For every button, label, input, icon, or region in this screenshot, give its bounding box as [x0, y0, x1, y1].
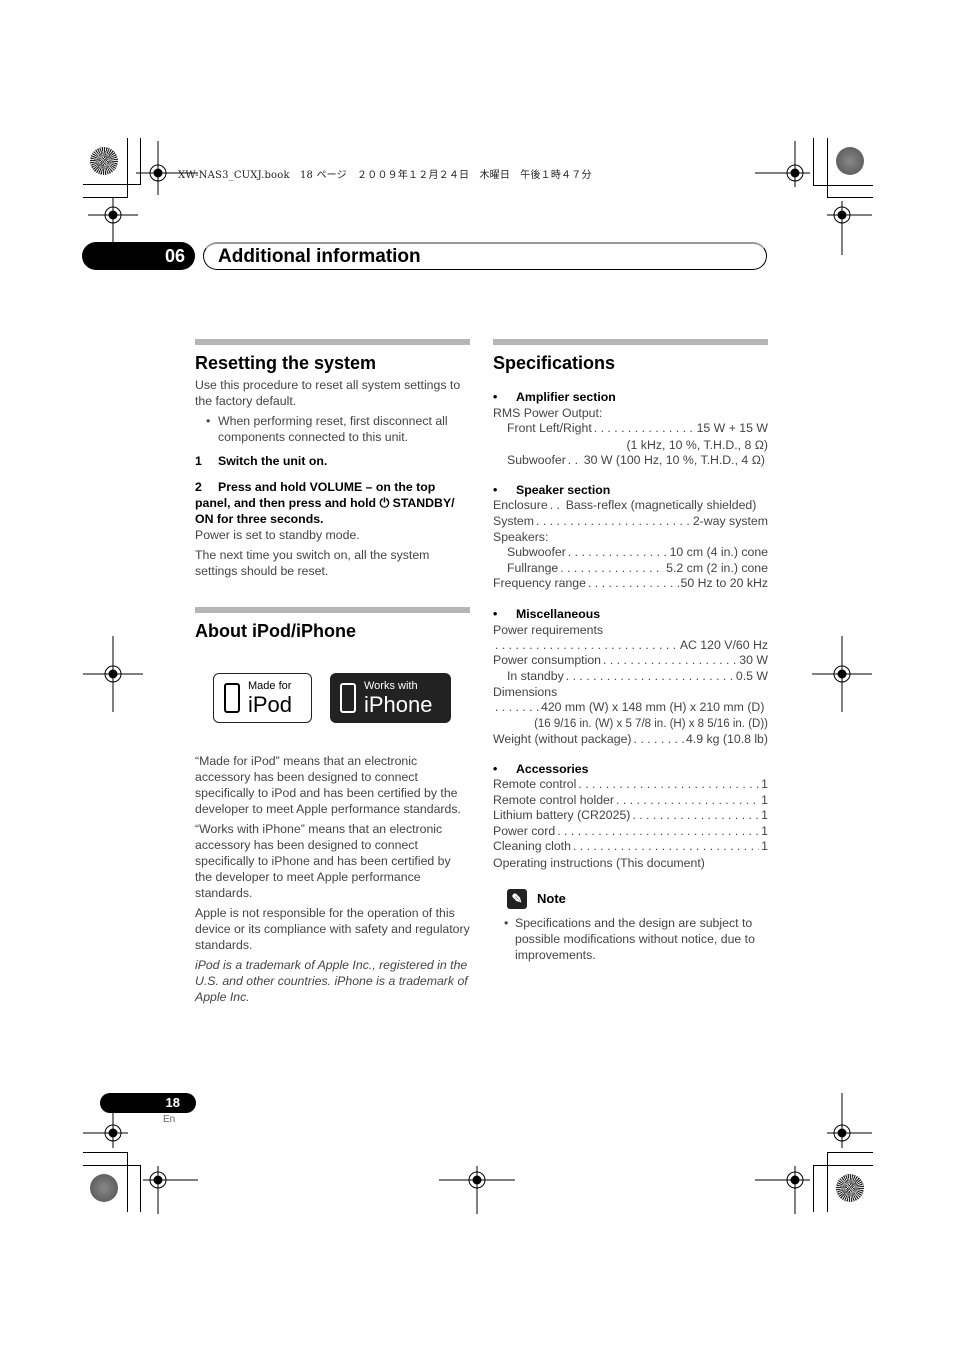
logo-small-text: Made for: [248, 679, 292, 692]
note-heading: ✎ Note: [493, 888, 768, 909]
chapter-title: Additional information: [203, 242, 767, 270]
logo-big-text: iPod: [248, 691, 293, 717]
speaker-heading: • Speaker section: [493, 483, 611, 497]
misc-heading: • Miscellaneous: [493, 606, 601, 621]
reset-intro: Use this procedure to reset all system s…: [195, 378, 461, 408]
apple-disclaimer: Apple is not responsible for the operati…: [195, 906, 470, 952]
step-number: 1: [195, 454, 202, 468]
section-divider: [195, 607, 470, 613]
chapter-number: 06: [82, 242, 195, 270]
works-with-iphone-logo: Works with iPhone: [330, 673, 451, 723]
crosshair-icon: [827, 1093, 872, 1148]
ipod-section: About iPod/iPhone Made for iPod Works wi…: [195, 607, 470, 1005]
trademark-notice: iPod is a trademark of Apple Inc., regis…: [195, 958, 468, 1004]
speakers-label: Speakers:: [493, 530, 549, 544]
section-divider: [195, 339, 470, 345]
iphone-paragraph: “Works with iPhone” means that an electr…: [195, 822, 451, 900]
accessory-row: Remote control holder1: [493, 793, 768, 809]
section-title: Resetting the system: [195, 353, 377, 373]
section-title: About iPod/iPhone: [195, 621, 356, 641]
reset-result: Power is set to standby mode.: [195, 528, 360, 542]
page-language: En: [163, 1114, 176, 1125]
crosshair-icon: [83, 1113, 128, 1148]
spec-row: Front Left/Right15 W + 15 W: [493, 421, 768, 437]
crosshair-icon: [439, 1166, 515, 1214]
spec-row: Weight (without package)4.9 kg (10.8 lb): [493, 732, 768, 748]
spec-row: EnclosureBass-reflex (magnetically shiel…: [493, 498, 768, 514]
spec-row: Frequency range50 Hz to 20 kHz: [493, 576, 768, 592]
accessory-row: Cleaning cloth1: [493, 839, 768, 855]
step-text: Switch the unit on.: [218, 454, 328, 468]
reset-bullet: When performing reset, first disconnect …: [195, 413, 470, 445]
crosshair-icon: [88, 197, 138, 245]
spec-row: System2-way system: [493, 514, 768, 530]
logo-small-text: Works with: [364, 679, 418, 692]
spec-row: In standby0.5 W: [493, 669, 768, 685]
spec-row: Power consumption30 W: [493, 653, 768, 669]
ipod-device-icon: [224, 683, 240, 713]
crosshair-icon: [755, 1166, 810, 1214]
note-bullet: Specifications and the design are subjec…: [493, 915, 768, 963]
crosshair-icon: [812, 636, 872, 712]
step-text: Press and hold VOLUME – on the top panel…: [195, 480, 455, 526]
crosshair-icon: [143, 1166, 198, 1214]
spec-row: AC 120 V/60 Hz: [493, 638, 768, 654]
crosshair-icon: [827, 201, 872, 255]
page-number: 18: [100, 1093, 196, 1113]
reset-section: Resetting the system Use this procedure …: [195, 339, 470, 579]
made-for-ipod-logo: Made for iPod: [213, 673, 312, 723]
spec-condition: (1 kHz, 10 %, T.H.D., 8 Ω): [626, 437, 768, 452]
spec-row: Subwoofer30 W (100 Hz, 10 %, T.H.D., 4 Ω…: [493, 453, 768, 469]
specifications-section: Specifications • Amplifier section RMS Po…: [493, 339, 768, 971]
section-title: Specifications: [493, 353, 616, 373]
accessory-row: Lithium battery (CR2025)1: [493, 808, 768, 824]
ipod-paragraph: “Made for iPod” means that an electronic…: [195, 754, 461, 816]
left-column: Resetting the system Use this procedure …: [195, 339, 470, 1009]
rms-label: RMS Power Output:: [493, 406, 603, 420]
accessory-row: Power cord1: [493, 824, 768, 840]
step-1: 1 Switch the unit on.: [195, 453, 470, 469]
logo-big-text: iPhone: [364, 691, 433, 717]
accessory-last: Operating instructions (This document): [493, 855, 705, 870]
reset-after: The next time you switch on, all the sys…: [195, 548, 430, 578]
crosshair-icon: [755, 141, 810, 187]
spec-row: Subwoofer10 cm (4 in.) cone: [493, 545, 768, 561]
step-number: 2: [195, 480, 202, 494]
dimensions-inches: (16 9/16 in. (W) x 5 7/8 in. (H) x 8 5/1…: [534, 717, 768, 730]
compatibility-logos: Made for iPod Works with iPhone: [213, 673, 470, 723]
crosshair-icon: [83, 636, 143, 712]
print-file-header: XW-NAS3_CUXJ.book 18 ページ ２００９年１２月２４日 木曜日…: [178, 170, 592, 181]
spec-row: 420 mm (W) x 148 mm (H) x 210 mm (D): [493, 700, 768, 716]
amplifier-heading: • Amplifier section: [493, 390, 616, 404]
spec-row: Fullrange5.2 cm (2 in.) cone: [493, 561, 768, 577]
step-2: 2 Press and hold VOLUME – on the top pane…: [195, 479, 470, 527]
pencil-note-icon: ✎: [507, 888, 527, 909]
section-divider: [493, 339, 768, 345]
crosshair-marks: [83, 141, 872, 1214]
power-req-label: Power requirements: [493, 622, 604, 637]
accessory-row: Remote control1: [493, 777, 768, 793]
accessories-heading: • Accessories: [493, 762, 589, 776]
iphone-device-icon: [340, 683, 356, 713]
dimensions-label: Dimensions: [493, 685, 558, 699]
